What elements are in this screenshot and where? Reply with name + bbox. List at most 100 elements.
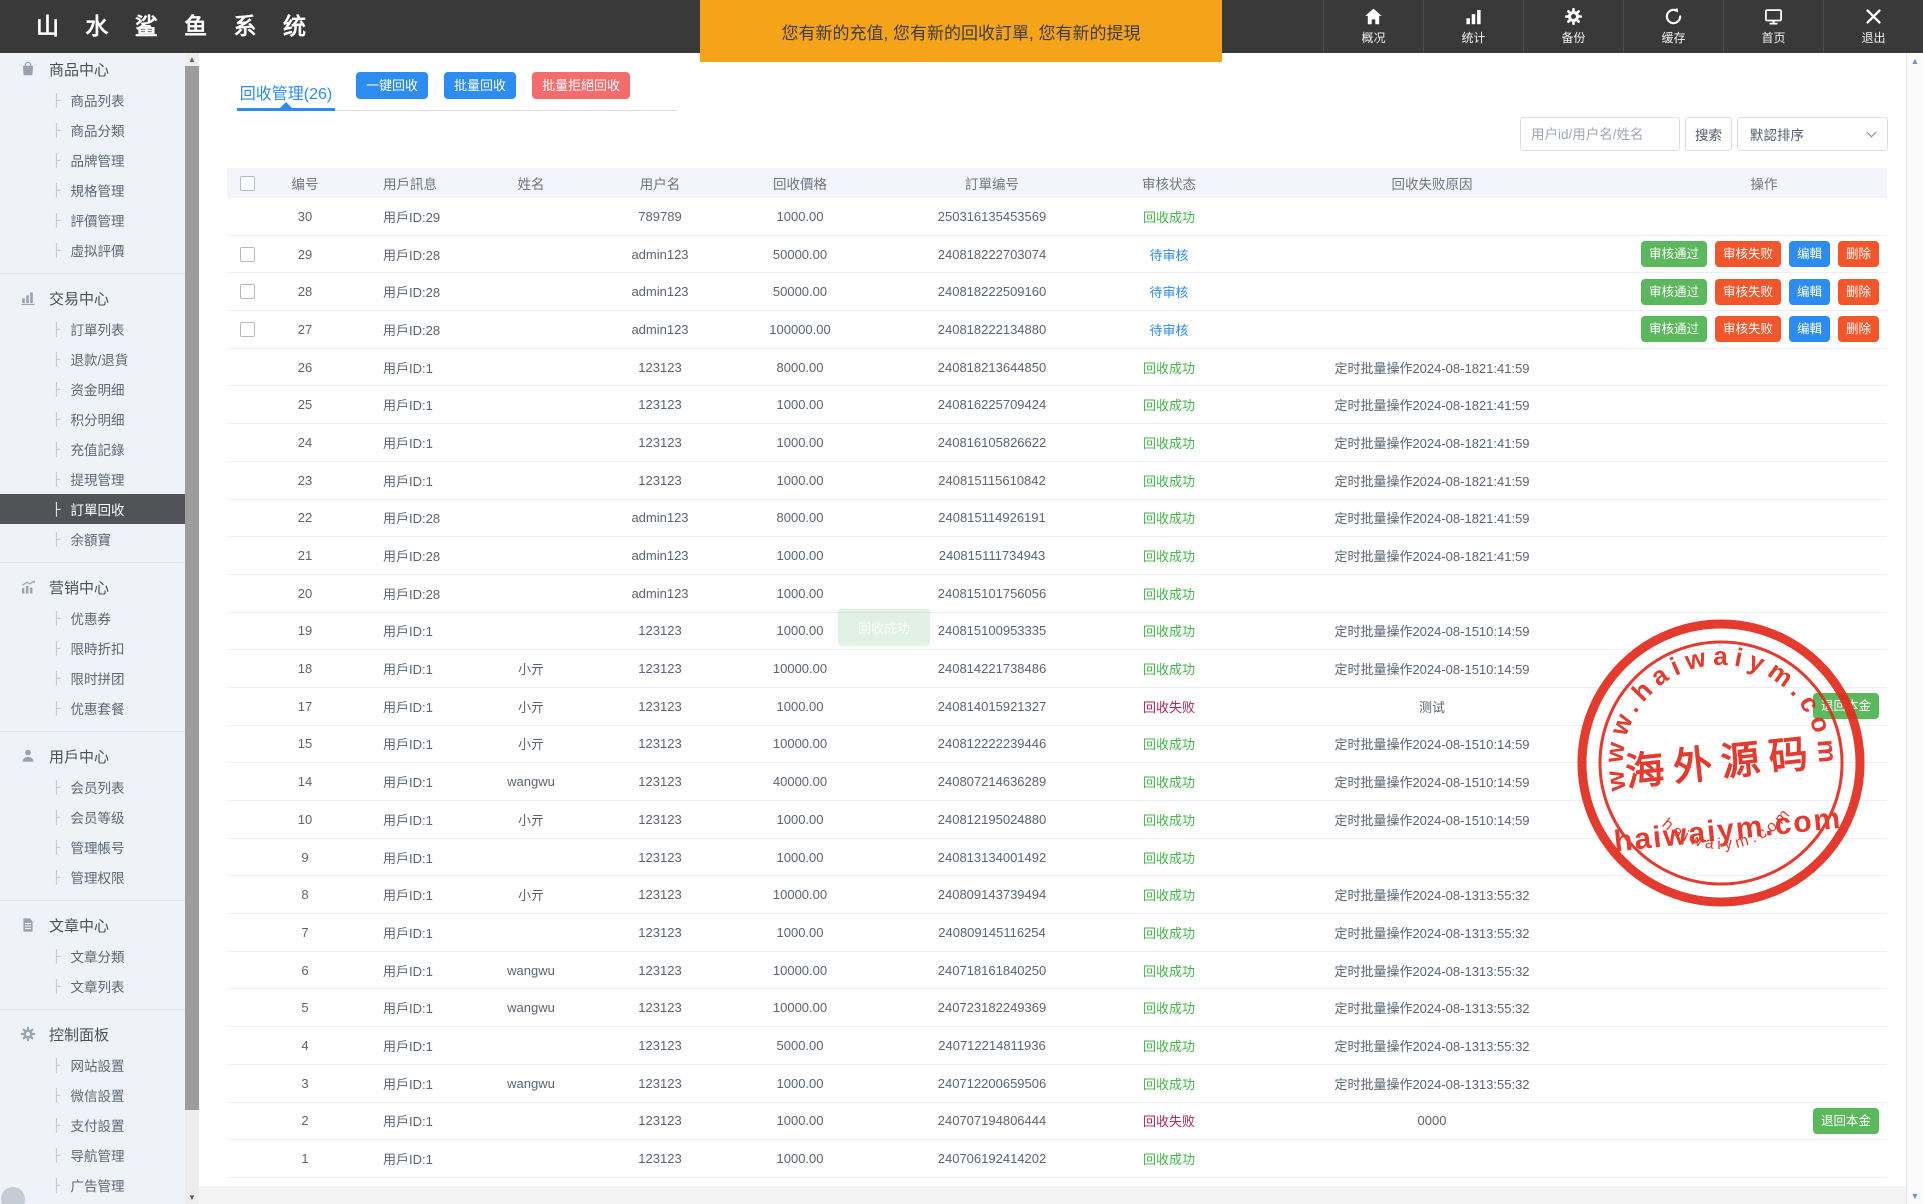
edit-button[interactable]: 编輯 — [1789, 316, 1830, 342]
sidebar-item-label: 規格管理 — [71, 180, 125, 200]
sidebar-item-trade-1[interactable]: ├退款/退貨 — [0, 344, 185, 374]
audit-fail-button[interactable]: 审核失败 — [1715, 316, 1781, 342]
sidebar-section-user[interactable]: 用戶中心 — [0, 740, 185, 772]
sidebar-item-goods-1[interactable]: ├商品分類 — [0, 115, 185, 145]
sidebar-scrollbar[interactable]: ▲ ▼ — [185, 53, 199, 1204]
sidebar-item-trade-5[interactable]: ├提現管理 — [0, 464, 185, 494]
sidebar-item-marketing-1[interactable]: ├限時折扣 — [0, 633, 185, 663]
sidebar-section-goods[interactable]: 商品中心 — [0, 53, 185, 85]
audit-fail-button[interactable]: 审核失败 — [1715, 279, 1781, 305]
sidebar-item-control-3[interactable]: ├导航管理 — [0, 1140, 185, 1170]
search-button[interactable]: 搜索 — [1685, 117, 1732, 151]
edit-button[interactable]: 编輯 — [1789, 241, 1830, 267]
table-row: 8用戶ID:1小亓12312310000.00240809143739494回收… — [227, 876, 1887, 914]
nav-label-backup: 备份 — [1561, 29, 1585, 46]
nav-logout[interactable]: 退出 — [1823, 0, 1923, 53]
table-row: 9用戶ID:11231231000.00240813134001492回收成功 — [227, 839, 1887, 877]
sidebar-item-goods-2[interactable]: ├品牌管理 — [0, 145, 185, 175]
cell-username: 123123 — [589, 1103, 731, 1140]
sidebar-section-trade[interactable]: 交易中心 — [0, 282, 185, 314]
cell-fail-reason: 定时批量操作2024-08-1313:55:32 — [1223, 914, 1641, 951]
sidebar-section-article[interactable]: 文章中心 — [0, 909, 185, 941]
sidebar-item-label: 商品分類 — [71, 120, 125, 140]
column-header-user_info: 用戶訊息 — [343, 168, 473, 198]
nav-cache[interactable]: 缓存 — [1623, 0, 1723, 53]
cell-user-info: 用戶ID:1 — [343, 386, 473, 423]
sidebar-section-marketing[interactable]: 营销中心 — [0, 571, 185, 603]
cell-status: 待审核 — [1115, 236, 1223, 273]
refund-principal-button[interactable]: 退回本金 — [1813, 1108, 1879, 1134]
select-all-checkbox[interactable] — [240, 176, 255, 191]
cell-fail-reason: 定时批量操作2024-08-1313:55:32 — [1223, 989, 1641, 1026]
sidebar-item-trade-2[interactable]: ├资金明细 — [0, 374, 185, 404]
row-checkbox[interactable] — [240, 322, 255, 337]
doc-icon — [20, 917, 36, 933]
cell-username: 123123 — [589, 1065, 731, 1102]
sidebar-item-marketing-3[interactable]: ├优惠套餐 — [0, 693, 185, 723]
sidebar-item-trade-0[interactable]: ├訂單列表 — [0, 314, 185, 344]
cell-actions — [1641, 613, 1887, 650]
edit-button[interactable]: 编輯 — [1789, 279, 1830, 305]
delete-button[interactable]: 删除 — [1838, 316, 1879, 342]
sidebar-item-article-0[interactable]: ├文章分類 — [0, 941, 185, 971]
row-check-cell — [227, 650, 267, 687]
one-click-recycle-button[interactable]: 一键回收 — [356, 72, 428, 99]
batch-reject-recycle-button[interactable]: 批量拒絕回收 — [532, 72, 630, 99]
tab-label: 回收管理(26) — [240, 80, 332, 104]
sidebar-section-control[interactable]: 控制面板 — [0, 1018, 185, 1050]
batch-recycle-button[interactable]: 批量回收 — [444, 72, 516, 99]
cell-price: 1000.00 — [731, 688, 869, 725]
sidebar-item-control-2[interactable]: ├支付設置 — [0, 1110, 185, 1140]
scroll-down-icon[interactable]: ▼ — [185, 1191, 199, 1204]
sidebar-item-trade-4[interactable]: ├充值記錄 — [0, 434, 185, 464]
audit-fail-button[interactable]: 审核失败 — [1715, 241, 1781, 267]
sidebar-item-control-1[interactable]: ├微信設置 — [0, 1080, 185, 1110]
sidebar-item-trade-7[interactable]: ├余額寶 — [0, 524, 185, 554]
scroll-up-icon[interactable]: ▲ — [185, 53, 199, 66]
corner-widget[interactable] — [1, 1187, 25, 1204]
nav-stats[interactable]: 统计 — [1423, 0, 1523, 53]
branch-icon: ├ — [52, 810, 61, 824]
sidebar-item-trade-3[interactable]: ├积分明细 — [0, 404, 185, 434]
status-badge: 回收成功 — [1143, 395, 1195, 414]
delete-button[interactable]: 删除 — [1838, 241, 1879, 267]
sidebar-item-marketing-2[interactable]: ├限时拼团 — [0, 663, 185, 693]
sidebar-item-article-1[interactable]: ├文章列表 — [0, 971, 185, 1001]
sidebar-section-title: 控制面板 — [49, 1024, 109, 1045]
sidebar-item-goods-5[interactable]: ├虛拟評價 — [0, 235, 185, 265]
tab-recycle-management[interactable]: 回收管理(26) — [237, 72, 335, 111]
refund-principal-button[interactable]: 退回本金 — [1813, 693, 1879, 719]
audit-pass-button[interactable]: 审核通过 — [1641, 279, 1707, 305]
sidebar-item-user-0[interactable]: ├会员列表 — [0, 772, 185, 802]
admin-page: 山 水 鲨 鱼 系 统 概况统计备份缓存首页退出 您有新的充值, 您有新的回收訂… — [0, 0, 1923, 1204]
nav-overview[interactable]: 概况 — [1323, 0, 1423, 53]
sidebar-item-goods-4[interactable]: ├評價管理 — [0, 205, 185, 235]
sidebar-item-goods-3[interactable]: ├規格管理 — [0, 175, 185, 205]
cell-id: 8 — [267, 876, 343, 913]
sidebar-item-user-2[interactable]: ├管理帳号 — [0, 832, 185, 862]
cell-actions — [1641, 839, 1887, 876]
scroll-up-icon[interactable]: ▲ — [1907, 56, 1923, 66]
sidebar-item-user-1[interactable]: ├会员等级 — [0, 802, 185, 832]
nav-backup[interactable]: 备份 — [1523, 0, 1623, 53]
nav-home[interactable]: 首页 — [1723, 0, 1823, 53]
audit-pass-button[interactable]: 审核通过 — [1641, 241, 1707, 267]
row-checkbox[interactable] — [240, 247, 255, 262]
search-input[interactable] — [1520, 117, 1680, 151]
sidebar-item-control-4[interactable]: ├广告管理 — [0, 1170, 185, 1200]
cell-fail-reason: 定时批量操作2024-08-1821:41:59 — [1223, 424, 1641, 461]
scroll-down-icon[interactable]: ▼ — [1907, 1191, 1923, 1201]
sidebar-item-goods-0[interactable]: ├商品列表 — [0, 85, 185, 115]
page-scrollbar[interactable]: ▲ ▼ — [1906, 53, 1923, 1204]
sidebar-item-marketing-0[interactable]: ├优惠券 — [0, 603, 185, 633]
row-checkbox[interactable] — [240, 284, 255, 299]
sort-select[interactable]: 默認排序 — [1737, 117, 1888, 151]
audit-pass-button[interactable]: 审核通过 — [1641, 316, 1707, 342]
cell-user-info: 用戶ID:29 — [343, 198, 473, 235]
sidebar-item-user-3[interactable]: ├管理权限 — [0, 862, 185, 892]
sidebar-scrollbar-thumb[interactable] — [185, 66, 199, 1110]
sidebar-item-trade-6[interactable]: ├訂單回收 — [0, 494, 185, 524]
delete-button[interactable]: 删除 — [1838, 279, 1879, 305]
branch-icon: ├ — [52, 979, 61, 993]
sidebar-item-control-0[interactable]: ├网站設置 — [0, 1050, 185, 1080]
